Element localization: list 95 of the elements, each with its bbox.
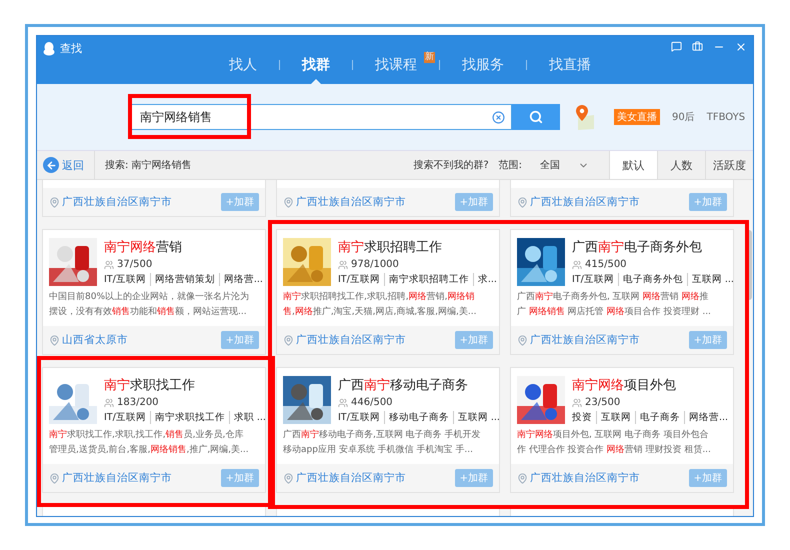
pin-icon: [49, 472, 60, 484]
group-tag: 网络营...: [218, 273, 267, 286]
sort-tab[interactable]: 默认: [609, 151, 657, 179]
hot-link[interactable]: TFBOYS: [706, 112, 746, 122]
group-tag: 求...: [472, 273, 501, 286]
members-icon: [104, 260, 114, 270]
pin-icon: [517, 196, 528, 208]
group-title[interactable]: 南宁求职找工作: [104, 376, 259, 394]
member-count: 446/500: [351, 397, 393, 408]
chat-icon[interactable]: [671, 41, 682, 52]
back-arrow-icon: [46, 160, 56, 170]
search-field[interactable]: 南宁网络销售: [129, 104, 512, 130]
location-link[interactable]: 广西壮族自治区南宁市: [517, 471, 640, 485]
group-description: 广西南宁电子商务外包, 互联网 网络营销 网络推广 网络销售 网店托管 网络项目合作 投资理财 ...: [517, 290, 712, 319]
members-icon: [338, 260, 348, 270]
members-icon: [104, 398, 114, 408]
group-description: 南宁网络项目外包, 互联网 电子商务 项目外包合作 代理合作 投资合作 网络营销 理财投资 租赁...: [517, 428, 712, 457]
member-count: 183/200: [117, 397, 159, 408]
group-title[interactable]: 南宁求职招聘工作: [338, 238, 493, 256]
location-link[interactable]: 广西壮族自治区南宁市: [49, 471, 172, 485]
window-title: 查找: [60, 41, 82, 56]
group-title[interactable]: 南宁网络营销: [104, 238, 259, 256]
join-button[interactable]: +加群: [688, 193, 727, 211]
members-icon: [572, 260, 582, 270]
group-title[interactable]: 广西南宁电子商务外包: [572, 238, 727, 256]
pin-icon: [49, 334, 60, 346]
member-count: 37/500: [117, 259, 152, 270]
group-tag: IT/互联网: [338, 411, 384, 424]
group-description: 南宁求职找工作,求职,找工作,销售员,业务员,仓库管理员,送货员,前台,客服,网络销售,推广,网编,美...: [49, 428, 250, 457]
group-tag: 电子商务: [635, 411, 684, 424]
members-icon: [572, 398, 582, 408]
group-tag: 电子商务外包: [618, 273, 687, 286]
location-link[interactable]: 广西壮族自治区南宁市: [517, 333, 640, 347]
new-badge: 新: [424, 52, 435, 63]
join-button[interactable]: +加群: [220, 331, 259, 349]
group-description: 广西南宁移动电子商务,互联网 电子商务 手机开发移动app应用 安卓系统 手机微信 手机淘宝 手...: [283, 428, 482, 457]
group-tag: 投资: [572, 411, 596, 424]
group-description: 南宁求职招聘找工作,求职,招聘,网络营销,网络销售,网络推广,淘宝,天猫,网店,商城,客服,网编,美...: [283, 290, 478, 319]
location-link[interactable]: 山西省太原市: [49, 333, 128, 347]
join-button[interactable]: +加群: [688, 331, 727, 349]
join-button[interactable]: +加群: [454, 331, 493, 349]
location-link[interactable]: 广西壮族自治区南宁市: [49, 195, 172, 209]
group-tag: 南宁求职找工作: [150, 411, 229, 424]
search-query: 搜索: 南宁网络销售: [105, 158, 192, 172]
close-icon[interactable]: [735, 41, 747, 53]
search-button[interactable]: [512, 104, 560, 130]
hot-tag[interactable]: 美女直播: [614, 109, 660, 125]
join-button[interactable]: +加群: [688, 469, 727, 487]
location-link[interactable]: 广西壮族自治区南宁市: [283, 195, 406, 209]
group-tag: 网络营...: [684, 411, 732, 424]
join-button[interactable]: +加群: [454, 469, 493, 487]
member-count: 23/500: [585, 397, 620, 408]
sort-tab[interactable]: 人数: [657, 151, 705, 179]
location-link[interactable]: 广西壮族自治区南宁市: [517, 195, 640, 209]
location-link[interactable]: 广西壮族自治区南宁市: [283, 333, 406, 347]
group-tag: 互联网 ...: [686, 273, 738, 286]
back-button[interactable]: 返回: [37, 151, 95, 179]
pin-icon: [283, 472, 294, 484]
hot-link[interactable]: 90后: [672, 110, 695, 124]
group-tag: 互联网: [596, 411, 635, 424]
pin-icon: [49, 196, 60, 208]
sort-tab[interactable]: 活跃度: [705, 151, 753, 179]
clear-icon[interactable]: [492, 110, 505, 124]
group-title[interactable]: 南宁网络项目外包: [572, 376, 727, 394]
bag-icon[interactable]: [692, 41, 703, 52]
members-icon: [338, 398, 348, 408]
nav-tab[interactable]: 找直播: [527, 50, 613, 84]
group-tag: 南宁求职招聘工作: [384, 273, 473, 286]
scope-label: 范围:: [498, 158, 522, 172]
pin-icon: [283, 334, 294, 346]
group-tag: 互联网 ...: [452, 411, 504, 424]
group-tag: 求职 ...: [228, 411, 270, 424]
group-tag: IT/互联网: [104, 273, 150, 286]
group-description: 中国目前80%以上的企业网站，就像一张名片沦为摆设，没有有效销售功能和销售额，网站运营现...: [49, 290, 250, 319]
nav-tab[interactable]: 找课程 新: [353, 50, 439, 84]
search-icon: [529, 110, 543, 124]
scope-dropdown[interactable]: 全国: [534, 157, 595, 173]
pin-icon: [283, 196, 294, 208]
group-tag: IT/互联网: [572, 273, 618, 286]
join-button[interactable]: +加群: [220, 193, 259, 211]
join-button[interactable]: +加群: [220, 469, 259, 487]
nav-tab[interactable]: 找服务: [440, 50, 526, 84]
group-tag: IT/互联网: [338, 273, 384, 286]
group-tag: 移动电子商务: [384, 411, 453, 424]
location-link[interactable]: 广西壮族自治区南宁市: [283, 471, 406, 485]
member-count: 415/500: [585, 259, 627, 270]
nav-tab[interactable]: 找人: [207, 50, 279, 84]
group-title[interactable]: 广西南宁移动电子商务: [338, 376, 493, 394]
group-tag: IT/互联网: [104, 411, 150, 424]
group-tag: 网络营销策划: [150, 273, 219, 286]
join-button[interactable]: +加群: [454, 193, 493, 211]
pin-icon: [517, 472, 528, 484]
pin-icon: [517, 334, 528, 346]
not-found-link[interactable]: 搜索不到我的群?: [413, 158, 489, 172]
member-count: 978/1000: [351, 259, 399, 270]
